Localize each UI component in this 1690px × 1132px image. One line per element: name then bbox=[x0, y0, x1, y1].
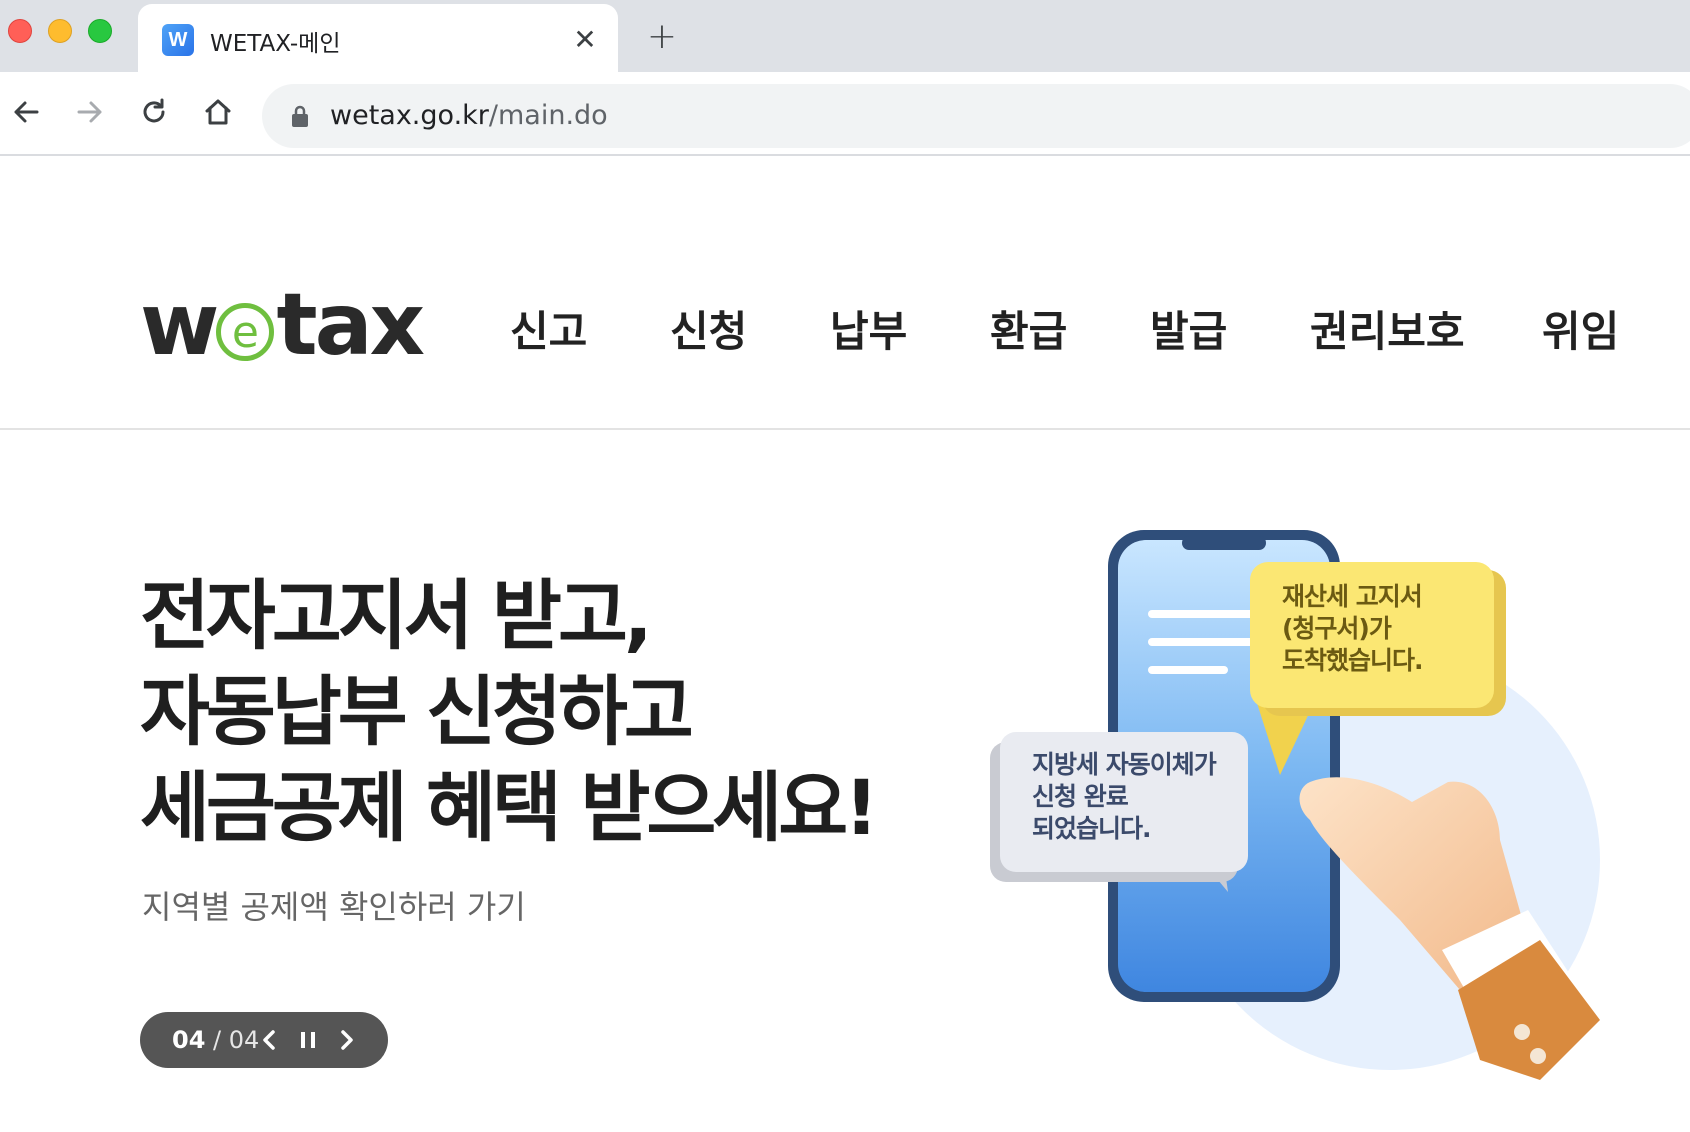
nav-item-report[interactable]: 신고 bbox=[510, 298, 587, 359]
browser-tab-strip: W WETAX-메인 ✕ + bbox=[0, 0, 1690, 72]
window-zoom-button[interactable] bbox=[88, 19, 112, 43]
url-text: wetax.go.kr/main.do bbox=[330, 100, 608, 131]
bubble-yellow-line-3: 도착했습니다. bbox=[1282, 646, 1423, 675]
slide-counter: 04 / 04 bbox=[172, 1026, 259, 1054]
slide-separator: / bbox=[213, 1026, 222, 1054]
back-arrow-icon[interactable] bbox=[4, 90, 48, 134]
bubble-gray-line-1: 지방세 자동이체가 bbox=[1032, 750, 1217, 779]
nav-item-refund[interactable]: 환급 bbox=[990, 298, 1067, 359]
forward-arrow-icon[interactable] bbox=[68, 90, 112, 134]
nav-item-payment[interactable]: 납부 bbox=[830, 298, 907, 359]
slide-current: 04 bbox=[172, 1026, 206, 1054]
hero-headline-line-1: 전자고지서 받고, bbox=[140, 571, 653, 660]
bubble-gray-line-2: 신청 완료 bbox=[1032, 782, 1129, 811]
browser-toolbar: wetax.go.kr/main.do bbox=[0, 72, 1690, 156]
wetax-favicon-icon: W bbox=[162, 24, 194, 56]
hero-illustration: 재산세 고지서 (청구서)가 도착했습니다. 지방세 자동이체가 신청 완료 되… bbox=[990, 530, 1600, 1080]
home-icon[interactable] bbox=[196, 90, 240, 134]
bubble-gray-line-3: 되었습니다. bbox=[1032, 814, 1151, 843]
bubble-yellow-line-1: 재산세 고지서 bbox=[1282, 582, 1422, 611]
nav-item-delegation[interactable]: 위임 bbox=[1542, 298, 1619, 359]
hero-headline-line-3: 세금공제 혜택 받으세요! bbox=[140, 763, 879, 852]
new-tab-button[interactable]: + bbox=[642, 16, 682, 57]
nav-item-rights[interactable]: 권리보호 bbox=[1310, 298, 1465, 359]
nav-item-issue[interactable]: 발급 bbox=[1150, 298, 1227, 359]
deduction-check-link[interactable]: 지역별 공제액 확인하러 가기 bbox=[142, 882, 526, 928]
window-minimize-button[interactable] bbox=[48, 19, 72, 43]
hero-headline: 전자고지서 받고, 자동납부 신청하고 세금공제 혜택 받으세요! bbox=[140, 568, 900, 856]
tab-title: WETAX-메인 bbox=[210, 31, 341, 57]
reload-icon[interactable] bbox=[132, 90, 176, 134]
pause-icon[interactable] bbox=[292, 1024, 324, 1056]
nav-item-apply[interactable]: 신청 bbox=[670, 298, 747, 359]
main-navigation: 신고 신청 납부 환급 발급 권리보호 위임 bbox=[0, 298, 1690, 358]
next-chevron-icon[interactable] bbox=[330, 1024, 362, 1056]
bubble-yellow-line-2: (청구서)가 bbox=[1282, 614, 1392, 643]
address-bar[interactable]: wetax.go.kr/main.do bbox=[262, 84, 1690, 148]
slide-controller: 04 / 04 bbox=[140, 1012, 388, 1068]
url-path: /main.do bbox=[488, 100, 608, 131]
prev-chevron-icon[interactable] bbox=[254, 1024, 286, 1056]
browser-tab-active[interactable]: W WETAX-메인 ✕ bbox=[138, 4, 618, 72]
notice-bubble-gray: 지방세 자동이체가 신청 완료 되었습니다. bbox=[990, 732, 1248, 892]
site-header: w e tax 신고 신청 납부 환급 발급 권리보호 위임 bbox=[0, 158, 1690, 430]
url-host: wetax.go.kr bbox=[330, 100, 489, 131]
tab-close-icon[interactable]: ✕ bbox=[568, 22, 602, 56]
hero-headline-line-2: 자동납부 신청하고 bbox=[140, 667, 694, 756]
lock-icon bbox=[292, 105, 308, 127]
window-close-button[interactable] bbox=[8, 19, 32, 43]
